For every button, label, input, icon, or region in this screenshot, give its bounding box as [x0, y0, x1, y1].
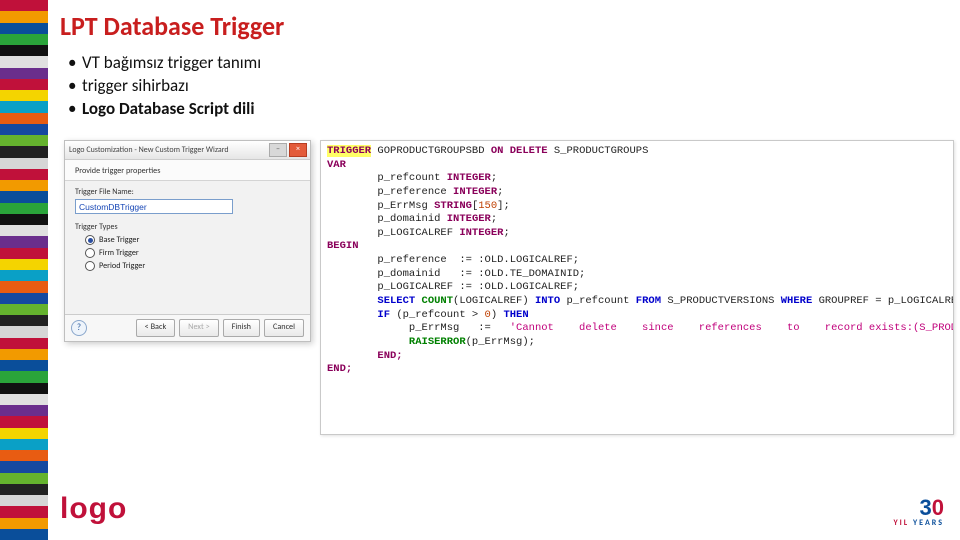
radio-icon: [85, 248, 95, 258]
bullet-item: • Logo Database Script dili: [68, 98, 261, 121]
bullet-text: Logo Database Script dili: [82, 98, 255, 121]
minimize-icon[interactable]: –: [269, 143, 287, 157]
trigger-wizard-dialog: Logo Customization - New Custom Trigger …: [64, 140, 311, 342]
logo-anniversary: 30 YIL YEARS: [894, 498, 945, 528]
decorative-strip: [0, 0, 48, 540]
radio-firm-trigger[interactable]: Firm Trigger: [85, 248, 300, 258]
radio-base-trigger[interactable]: Base Trigger: [85, 235, 300, 245]
bullet-dot-icon: •: [68, 52, 82, 75]
bullet-item: • VT bağımsız trigger tanımı: [68, 52, 261, 75]
bullet-text: trigger sihirbazı: [82, 75, 189, 98]
radio-label: Period Trigger: [99, 261, 145, 271]
radio-label: Base Trigger: [99, 235, 139, 245]
trigger-types-label: Trigger Types: [75, 222, 300, 232]
bullet-dot-icon: •: [68, 98, 82, 121]
bullet-item: • trigger sihirbazı: [68, 75, 261, 98]
trigger-file-label: Trigger File Name:: [75, 187, 300, 197]
radio-period-trigger[interactable]: Period Trigger: [85, 261, 300, 271]
cancel-button[interactable]: Cancel: [264, 319, 304, 337]
bullet-list: • VT bağımsız trigger tanımı • trigger s…: [68, 52, 261, 121]
bullet-dot-icon: •: [68, 75, 82, 98]
help-button[interactable]: ?: [71, 320, 87, 336]
page-title: LPT Database Trigger: [60, 10, 284, 42]
finish-button[interactable]: Finish: [223, 319, 260, 337]
radio-icon: [85, 261, 95, 271]
radio-icon: [85, 235, 95, 245]
back-button[interactable]: < Back: [136, 319, 176, 337]
radio-label: Firm Trigger: [99, 248, 139, 258]
next-button[interactable]: Next >: [179, 319, 218, 337]
wizard-window-title: Logo Customization - New Custom Trigger …: [69, 145, 229, 155]
bullet-text: VT bağımsız trigger tanımı: [82, 52, 261, 75]
wizard-subtitle: Provide trigger properties: [65, 160, 310, 181]
logo-brand: logo: [60, 492, 127, 526]
wizard-titlebar: Logo Customization - New Custom Trigger …: [65, 141, 310, 160]
code-text: TRIGGER GOPRODUCTGROUPSBD ON DELETE S_PR…: [327, 145, 947, 377]
code-sample: TRIGGER GOPRODUCTGROUPSBD ON DELETE S_PR…: [320, 140, 954, 435]
close-icon[interactable]: ×: [289, 143, 307, 157]
trigger-file-input[interactable]: [75, 199, 233, 214]
